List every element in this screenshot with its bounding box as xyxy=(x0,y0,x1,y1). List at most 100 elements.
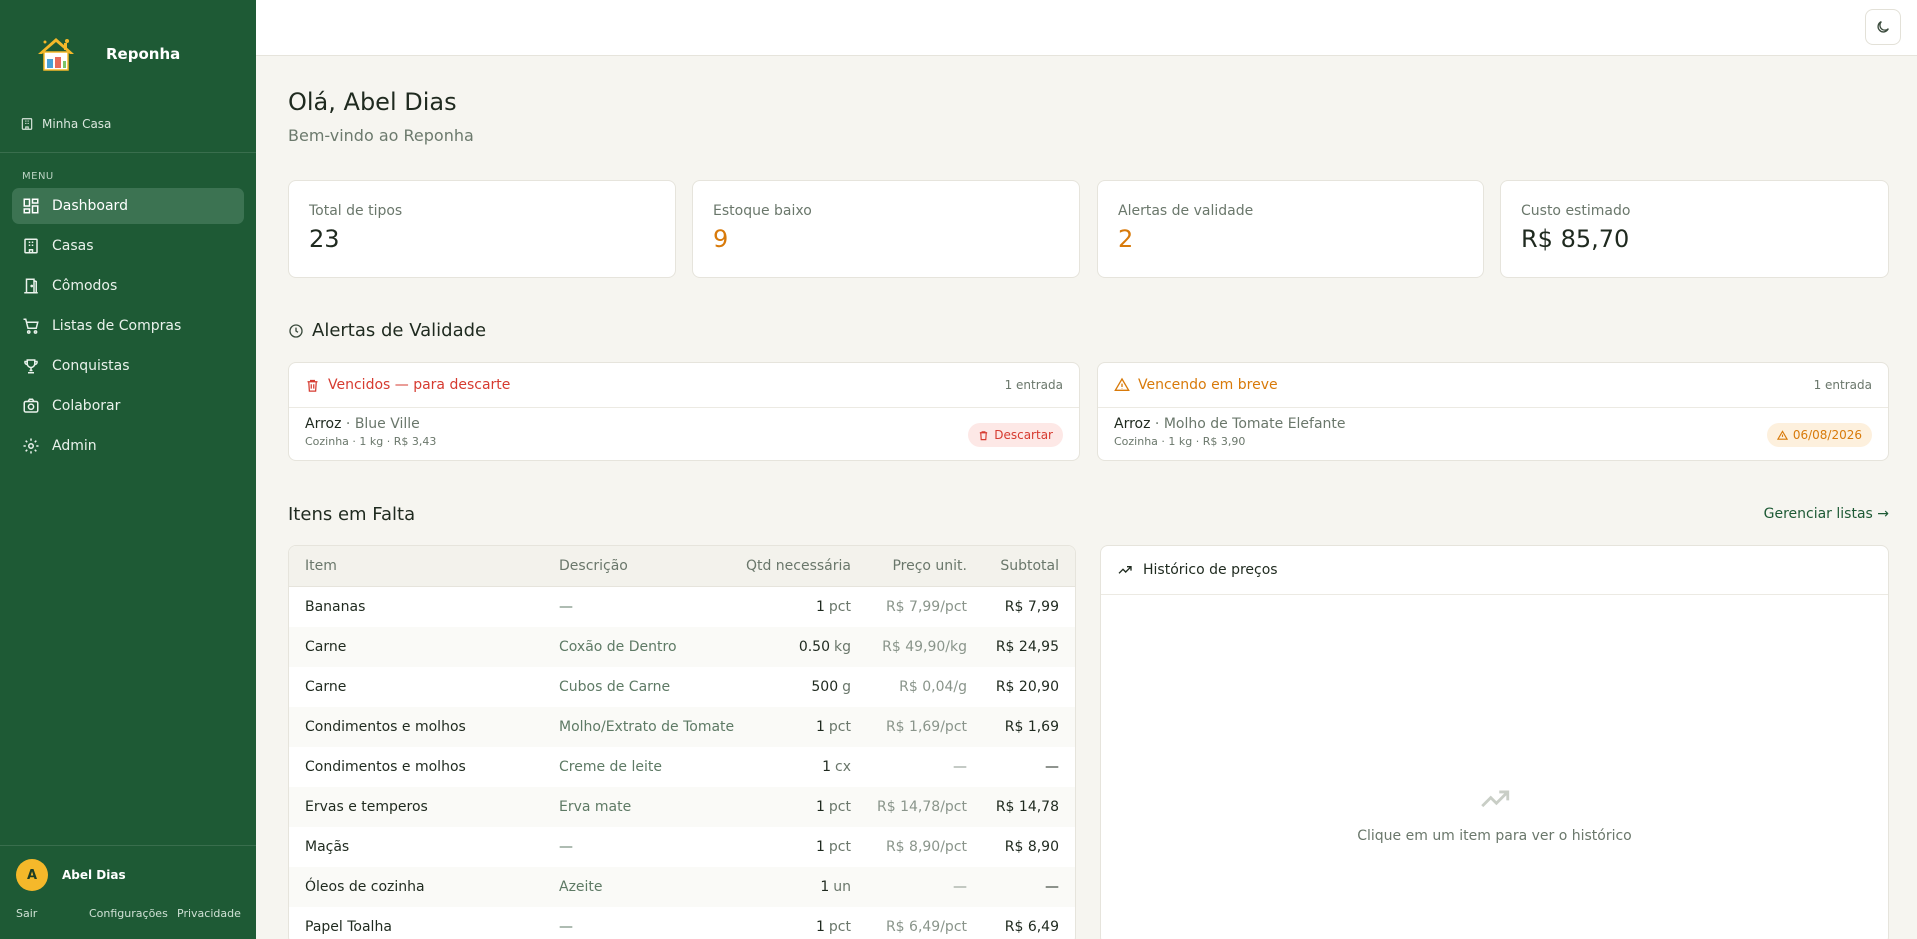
price-history-header: Histórico de preços xyxy=(1101,546,1888,595)
settings-link[interactable]: Configurações xyxy=(89,907,168,920)
row-description: Erva mate xyxy=(559,799,632,815)
alert-item-detail: Molho de Tomate Elefante xyxy=(1163,416,1346,432)
discard-label: Descartar xyxy=(994,428,1053,442)
alert-item-name: Arroz xyxy=(1114,416,1151,432)
camera-icon xyxy=(23,398,39,413)
sidebar-item-label: Casas xyxy=(52,238,94,254)
row-item: Maçãs xyxy=(305,839,350,855)
row-qty: 500 g xyxy=(811,667,851,707)
table-row[interactable]: Papel Toalha — 1 pct R$ 6,49/pct R$ 6,49 xyxy=(289,907,1075,939)
row-qty: 1 cx xyxy=(822,747,851,787)
stat-value: 9 xyxy=(713,225,729,253)
row-subtotal: R$ 24,95 xyxy=(995,639,1059,655)
topbar xyxy=(256,0,1917,56)
table-row[interactable]: Carne Cubos de Carne 500 g R$ 0,04/g R$ 2… xyxy=(289,667,1075,707)
row-qty: 0.50 kg xyxy=(799,627,851,667)
column-header-subtotal[interactable]: Subtotal xyxy=(1000,546,1059,586)
sidebar-nav: Dashboard Casas Cômodos Listas de Compra… xyxy=(12,188,244,468)
logout-link[interactable]: Sair xyxy=(16,907,37,920)
table-row[interactable]: Carne Coxão de Dentro 0.50 kg R$ 49,90/kg… xyxy=(289,627,1075,667)
brand[interactable]: Reponha xyxy=(34,32,180,76)
qty-value: 1 xyxy=(816,919,825,935)
discard-button[interactable]: Descartar xyxy=(968,423,1063,447)
stat-card-low-stock: Estoque baixo 9 xyxy=(692,180,1080,278)
price-history-title: Histórico de preços xyxy=(1143,562,1278,578)
trash-icon xyxy=(980,430,988,440)
qty-value: 0.50 xyxy=(798,639,830,655)
sidebar-item-conquistas[interactable]: Conquistas xyxy=(12,348,244,384)
column-header-price[interactable]: Preço unit. xyxy=(892,546,967,586)
qty-unit: pct xyxy=(828,919,851,935)
trophy-icon xyxy=(24,359,38,374)
table-row[interactable]: Maçãs — 1 pct R$ 8,90/pct R$ 8,90 xyxy=(289,827,1075,867)
row-subtotal: R$ 7,99 xyxy=(1004,599,1059,615)
alert-item-meta: Cozinha · 1 kg · R$ 3,90 xyxy=(1114,435,1246,448)
qty-unit: g xyxy=(842,679,851,695)
table-row[interactable]: Ervas e temperos Erva mate 1 pct R$ 14,78… xyxy=(289,787,1075,827)
row-unit-price: — xyxy=(953,879,967,895)
row-item: Condimentos e molhos xyxy=(305,719,466,735)
trash-icon xyxy=(307,379,318,392)
alerts-title: Alertas de Validade xyxy=(312,320,487,341)
stat-label: Estoque baixo xyxy=(713,203,812,219)
row-qty: 1 pct xyxy=(816,787,851,827)
expiry-date: 06/08/2026 xyxy=(1792,428,1862,442)
house-selector[interactable]: Minha Casa xyxy=(20,117,111,131)
privacy-link[interactable]: Privacidade xyxy=(177,907,241,920)
expired-alert-row: Arroz · Blue Ville Cozinha · 1 kg · R$ 3… xyxy=(305,416,1063,448)
row-item: Ervas e temperos xyxy=(305,799,428,815)
row-qty: 1 pct xyxy=(816,827,851,867)
column-header-item[interactable]: Item xyxy=(305,546,337,586)
expiring-soon-header: Vencendo em breve 1 entrada xyxy=(1098,363,1888,408)
column-header-qty[interactable]: Qtd necessária xyxy=(746,546,851,586)
table-row[interactable]: Condimentos e molhos Molho/Extrato de To… xyxy=(289,707,1075,747)
stat-label: Custo estimado xyxy=(1521,203,1631,219)
user-name: Abel Dias xyxy=(62,868,126,882)
warning-icon xyxy=(1114,377,1130,391)
price-history-card: Histórico de preços Clique em um item pa… xyxy=(1100,545,1889,939)
sidebar-item-admin[interactable]: Admin xyxy=(12,428,244,464)
table-row[interactable]: Óleos de cozinha Azeite 1 un — — xyxy=(289,867,1075,907)
row-description: Coxão de Dentro xyxy=(559,639,677,655)
trending-up-icon xyxy=(1480,790,1509,808)
column-header-description[interactable]: Descrição xyxy=(559,546,628,586)
price-history-empty-state: Clique em um item para ver o histórico xyxy=(1101,782,1888,844)
stat-card-expiry-alerts: Alertas de validade 2 xyxy=(1097,180,1484,278)
manage-lists-link[interactable]: Gerenciar listas → xyxy=(1764,506,1889,522)
qty-value: 1 xyxy=(816,839,825,855)
sidebar: Reponha Minha Casa MENU Dashboard Casas … xyxy=(0,0,256,939)
row-qty: 1 un xyxy=(820,867,851,907)
table-row[interactable]: Condimentos e molhos Creme de leite 1 cx … xyxy=(289,747,1075,787)
row-unit-price: R$ 14,78/pct xyxy=(877,799,967,815)
sidebar-item-colaborar[interactable]: Colaborar xyxy=(12,388,244,424)
user-profile[interactable]: A Abel Dias xyxy=(16,859,126,891)
qty-unit: pct xyxy=(828,719,851,735)
expired-alert-count: 1 entrada xyxy=(1004,378,1063,392)
stat-value: R$ 85,70 xyxy=(1521,225,1630,253)
row-unit-price: R$ 1,69/pct xyxy=(885,719,967,735)
table-row[interactable]: Bananas — 1 pct R$ 7,99/pct R$ 7,99 xyxy=(289,587,1075,627)
row-subtotal: R$ 1,69 xyxy=(1004,719,1059,735)
row-subtotal: R$ 8,90 xyxy=(1004,839,1059,855)
clock-icon xyxy=(289,323,303,338)
building-icon xyxy=(24,238,38,254)
theme-toggle-button[interactable] xyxy=(1865,9,1901,45)
qty-value: 1 xyxy=(822,759,832,775)
qty-unit: pct xyxy=(828,799,851,815)
sidebar-item-comodos[interactable]: Cômodos xyxy=(12,268,244,304)
expired-alert-header: Vencidos — para descarte 1 entrada xyxy=(289,363,1079,408)
qty-unit: kg xyxy=(834,639,851,655)
row-unit-price: R$ 7,99/pct xyxy=(885,599,967,615)
sidebar-item-listas-de-compras[interactable]: Listas de Compras xyxy=(12,308,244,344)
alert-item-detail: Blue Ville xyxy=(354,416,420,432)
expiry-date-badge: 06/08/2026 xyxy=(1766,423,1872,447)
sidebar-item-dashboard[interactable]: Dashboard xyxy=(12,188,244,224)
sidebar-item-casas[interactable]: Casas xyxy=(12,228,244,264)
row-item: Condimentos e molhos xyxy=(305,759,466,775)
app-name: Reponha xyxy=(106,45,181,63)
sidebar-item-label: Cômodos xyxy=(52,278,118,294)
sidebar-item-label: Conquistas xyxy=(52,358,130,374)
trending-up-icon xyxy=(1118,566,1132,574)
row-unit-price: R$ 8,90/pct xyxy=(885,839,967,855)
row-qty: 1 pct xyxy=(816,587,851,627)
